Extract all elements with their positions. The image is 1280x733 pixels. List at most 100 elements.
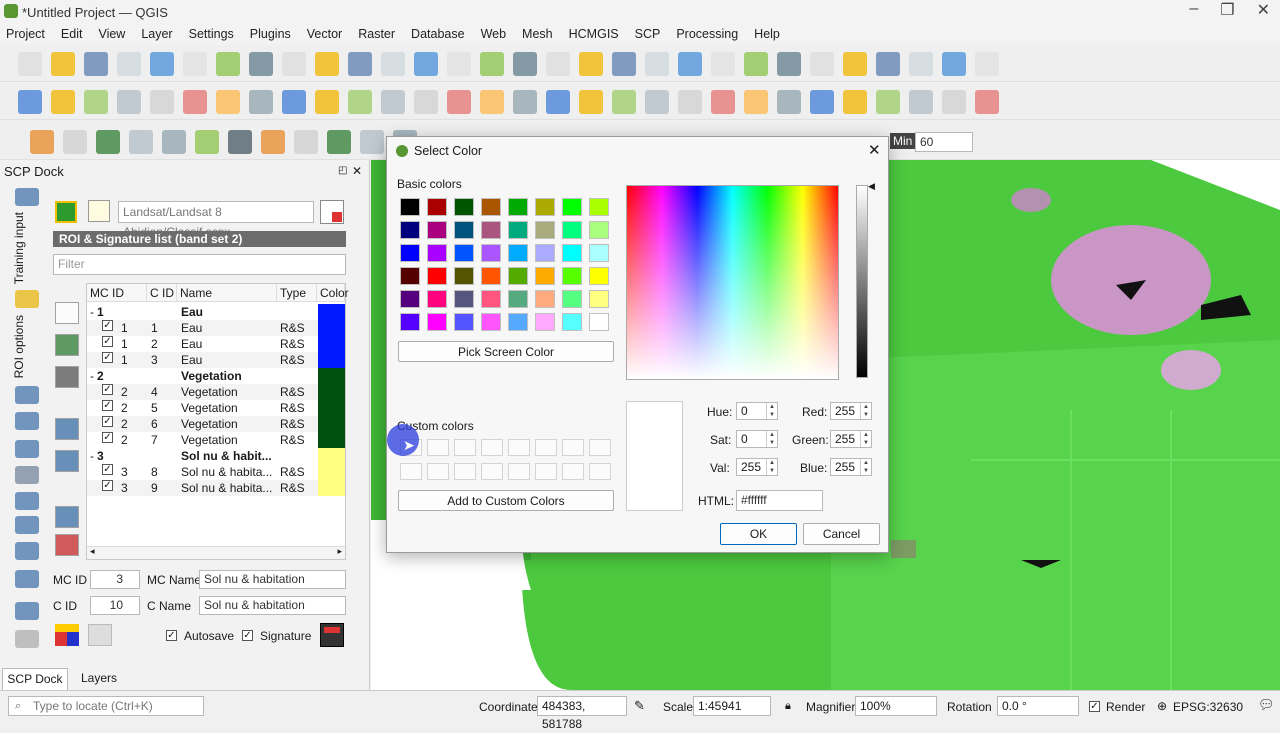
custom-color-slot[interactable]: [427, 463, 449, 480]
bookmark-icon[interactable]: [579, 52, 603, 76]
show-bookmarks-icon[interactable]: [612, 52, 636, 76]
classification-icon[interactable]: [327, 130, 351, 154]
undo-icon[interactable]: [513, 90, 537, 114]
save-project-icon[interactable]: [84, 52, 108, 76]
menu-item-layer[interactable]: Layer: [141, 27, 172, 41]
html-hex-input[interactable]: #ffffff: [736, 490, 823, 511]
pan-to-selection-icon[interactable]: [249, 52, 273, 76]
plot-roi-icon[interactable]: [55, 418, 79, 440]
shape-icon[interactable]: [975, 90, 999, 114]
scp-side-tool-icon[interactable]: [15, 440, 39, 458]
new-project-icon[interactable]: [18, 52, 42, 76]
custom-color-slot[interactable]: [481, 463, 503, 480]
scp-side-tool-icon[interactable]: [15, 570, 39, 588]
table-row[interactable]: ✓ 2 5 Vegetation R&S: [87, 400, 345, 416]
collapse-icon[interactable]: -: [90, 448, 94, 464]
field-calc-icon[interactable]: [942, 52, 966, 76]
zoom-last-icon[interactable]: [480, 52, 504, 76]
deselect-icon[interactable]: [777, 52, 801, 76]
table-group-row[interactable]: -2 Vegetation: [87, 368, 345, 384]
row-checkbox[interactable]: ✓: [102, 384, 113, 395]
tab-layers[interactable]: Layers: [72, 668, 126, 690]
label-rotate-icon[interactable]: [744, 90, 768, 114]
basic-color-swatch[interactable]: [508, 267, 528, 285]
basic-color-swatch[interactable]: [535, 221, 555, 239]
sat-spinbox[interactable]: 0 ▲ ▼: [736, 430, 778, 448]
basic-color-swatch[interactable]: [454, 198, 474, 216]
basic-color-swatch[interactable]: [535, 244, 555, 262]
basic-color-swatch[interactable]: [400, 267, 420, 285]
basic-color-swatch[interactable]: [454, 267, 474, 285]
col-color[interactable]: Color: [317, 284, 349, 302]
custom-color-slot[interactable]: [535, 439, 557, 456]
custom-color-slot[interactable]: [481, 439, 503, 456]
coordinate-field[interactable]: 484383, 581788: [537, 696, 627, 731]
dock-close-icon[interactable]: ✕: [352, 164, 362, 178]
autosave-checkbox[interactable]: ✓: [166, 630, 177, 641]
row-checkbox[interactable]: ✓: [102, 416, 113, 427]
scp-side-tool-icon[interactable]: [15, 290, 39, 308]
scatter-roi-icon[interactable]: [55, 450, 79, 472]
cell-color[interactable]: [318, 368, 345, 384]
menu-item-raster[interactable]: Raster: [358, 27, 395, 41]
basic-color-swatch[interactable]: [427, 221, 447, 239]
locator-input[interactable]: Type to locate (Ctrl+K): [8, 696, 204, 716]
help-icon[interactable]: [909, 90, 933, 114]
basic-color-swatch[interactable]: [427, 244, 447, 262]
style-manager-icon[interactable]: [183, 52, 207, 76]
basic-color-swatch[interactable]: [562, 221, 582, 239]
save-signature-icon[interactable]: [320, 623, 344, 647]
basic-color-swatch[interactable]: [535, 290, 555, 308]
c-name-input[interactable]: Sol nu & habitation: [199, 596, 346, 615]
attribute-table-icon[interactable]: [843, 52, 867, 76]
band-calc-icon[interactable]: [30, 130, 54, 154]
cut-icon[interactable]: [414, 90, 438, 114]
basic-color-swatch[interactable]: [400, 313, 420, 331]
row-checkbox[interactable]: ✓: [102, 432, 113, 443]
zoom-native-icon[interactable]: [447, 52, 471, 76]
cell-color[interactable]: [318, 416, 345, 432]
custom-color-slot[interactable]: [508, 463, 530, 480]
row-checkbox[interactable]: ✓: [102, 464, 113, 475]
table-row[interactable]: ✓ 1 2 Eau R&S: [87, 336, 345, 352]
layout-manager-icon[interactable]: [150, 52, 174, 76]
cell-color[interactable]: [318, 400, 345, 416]
basic-color-swatch[interactable]: [508, 244, 528, 262]
basic-color-swatch[interactable]: [562, 198, 582, 216]
new-map-view-icon[interactable]: [546, 52, 570, 76]
cell-color[interactable]: [318, 432, 345, 448]
zoom-roi-icon[interactable]: [55, 334, 79, 356]
lock-scale-icon[interactable]: 🔒︎: [785, 700, 791, 713]
statistics-icon[interactable]: [909, 52, 933, 76]
cell-color[interactable]: [318, 384, 345, 400]
mask-icon[interactable]: [63, 130, 87, 154]
basic-color-swatch[interactable]: [454, 290, 474, 308]
preview-icon[interactable]: [294, 130, 318, 154]
save-edits-icon[interactable]: [282, 90, 306, 114]
row-checkbox[interactable]: ✓: [102, 400, 113, 411]
table-row[interactable]: ✓ 1 3 Eau R&S: [87, 352, 345, 368]
cancel-button[interactable]: Cancel: [803, 523, 880, 545]
label-show-icon[interactable]: [678, 90, 702, 114]
messages-icon[interactable]: 💬︎: [1258, 697, 1275, 713]
table-row[interactable]: ✓ 3 9 Sol nu & habita... R&S: [87, 480, 345, 496]
menu-item-view[interactable]: View: [98, 27, 125, 41]
calculate-signatures-icon[interactable]: [88, 624, 112, 646]
basic-color-swatch[interactable]: [400, 290, 420, 308]
basic-color-swatch[interactable]: [481, 267, 501, 285]
toggle-edit-icon[interactable]: [249, 90, 273, 114]
measure-icon[interactable]: [975, 52, 999, 76]
val-spinbox[interactable]: 255 ▲ ▼: [736, 458, 778, 476]
zoom-in-icon[interactable]: [282, 52, 306, 76]
tab-training-input[interactable]: Training input: [12, 212, 26, 284]
menu-item-vector[interactable]: Vector: [307, 27, 342, 41]
basic-color-swatch[interactable]: [562, 313, 582, 331]
label-toolbar-icon[interactable]: [810, 90, 834, 114]
collapse-icon[interactable]: -: [90, 304, 94, 320]
col-c-id[interactable]: C ID: [147, 284, 177, 302]
cell-color[interactable]: [318, 304, 345, 320]
table-row[interactable]: ✓ 3 8 Sol nu & habita... R&S: [87, 464, 345, 480]
redo-icon[interactable]: [546, 90, 570, 114]
redo-preview-icon[interactable]: [360, 130, 384, 154]
menu-item-database[interactable]: Database: [411, 27, 465, 41]
